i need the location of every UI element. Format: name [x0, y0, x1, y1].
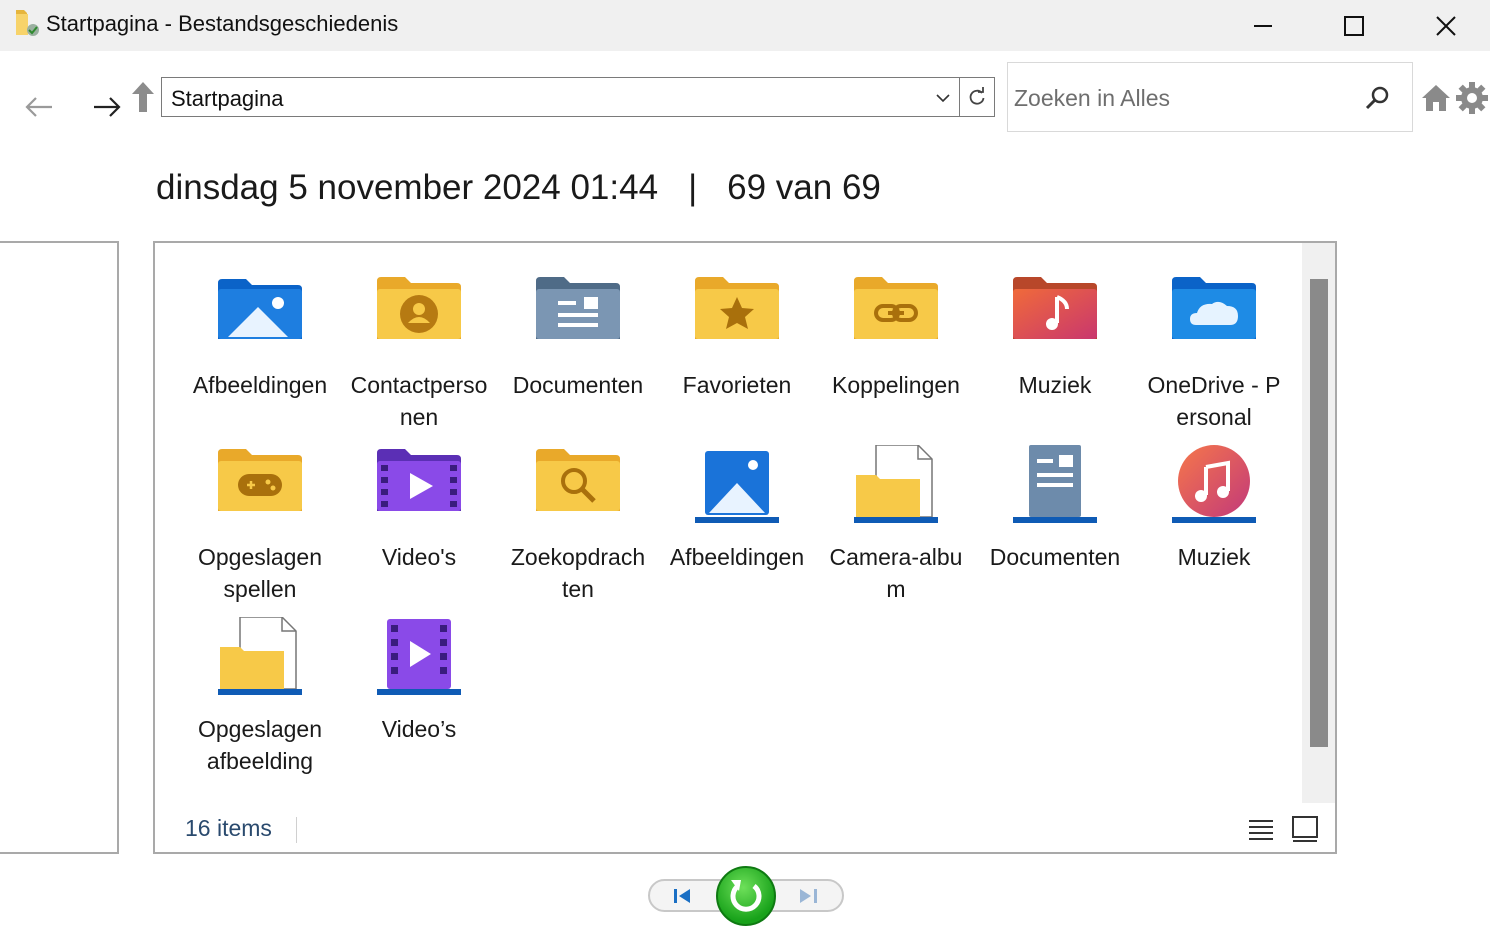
up-arrow-icon[interactable] — [130, 80, 156, 114]
file-label: OneDrive - Personal — [1147, 372, 1281, 430]
refresh-icon — [969, 87, 985, 105]
videos-library-icon — [377, 619, 461, 695]
file-label: Muziek — [1018, 372, 1092, 398]
details-view-icon[interactable] — [1247, 817, 1275, 843]
file-label: Afbeeldingen — [669, 544, 805, 570]
file-label: Afbeeldingen — [192, 372, 328, 398]
pictures-folder-icon — [218, 279, 302, 339]
close-button[interactable] — [1400, 0, 1490, 51]
documents-library-icon — [1013, 445, 1097, 523]
videos-folder-icon — [377, 449, 461, 511]
file-label: Documenten — [512, 372, 644, 398]
address-bar[interactable]: Startpagina — [161, 77, 960, 117]
side-panel — [0, 241, 119, 854]
searches-folder-icon — [536, 449, 620, 511]
search-box[interactable]: Zoeken in Alles — [1007, 62, 1413, 132]
file-label: Opgeslagen afbeelding — [197, 716, 323, 774]
documents-folder-icon — [536, 277, 620, 339]
saved-games-folder-icon — [218, 449, 302, 511]
file-label: Camera-album — [829, 544, 963, 602]
address-text: Startpagina — [171, 86, 284, 111]
search-icon[interactable] — [1364, 84, 1392, 112]
title-bar: Startpagina - Bestandsgeschiedenis — [0, 0, 1490, 51]
forward-arrow-icon[interactable] — [90, 90, 124, 124]
close-icon — [1436, 15, 1456, 36]
file-label: Opgeslagen spellen — [197, 544, 323, 602]
snapshot-datetime: dinsdag 5 november 2024 01:44 — [156, 168, 659, 207]
chevron-down-icon[interactable] — [935, 90, 951, 106]
snapshot-header: dinsdag 5 november 2024 01:44 | 69 van 69 — [156, 168, 881, 208]
music-folder-icon — [1013, 277, 1097, 339]
large-icons-view-icon[interactable] — [1291, 815, 1319, 843]
maximize-icon — [1344, 15, 1364, 36]
file-label: Koppelingen — [832, 372, 960, 398]
next-version-icon[interactable] — [795, 884, 823, 908]
file-label: Zoekopdrachten — [510, 544, 646, 602]
minimize-button[interactable] — [1217, 0, 1309, 51]
file-label: Contactpersonen — [350, 372, 488, 430]
item-count: 16 items — [185, 815, 272, 841]
file-history-app-icon — [16, 10, 39, 36]
window-title: Startpagina - Bestandsgeschiedenis — [46, 11, 399, 36]
file-label: Muziek — [1177, 544, 1251, 570]
search-placeholder: Zoeken in Alles — [1014, 85, 1170, 111]
file-label: Documenten — [989, 544, 1121, 570]
previous-version-icon[interactable] — [668, 884, 696, 908]
file-label: Video’s — [381, 716, 457, 742]
header-separator: | — [688, 168, 698, 207]
minimize-icon — [1254, 24, 1272, 27]
pictures-library-icon — [695, 451, 779, 523]
status-divider — [296, 817, 297, 843]
vertical-scrollbar[interactable] — [1302, 243, 1335, 803]
back-arrow-icon[interactable] — [22, 90, 56, 124]
saved-pictures-icon — [218, 617, 302, 695]
onedrive-folder-icon — [1172, 277, 1256, 339]
music-library-icon — [1172, 445, 1256, 523]
gear-icon[interactable] — [1454, 80, 1490, 116]
restore-button[interactable] — [716, 866, 776, 926]
camera-roll-icon — [854, 445, 938, 523]
favorites-folder-icon — [695, 277, 779, 339]
maximize-button[interactable] — [1308, 0, 1400, 51]
file-view-panel: Afbeeldingen Contactpersonen Documenten … — [153, 241, 1337, 854]
refresh-button[interactable] — [960, 77, 995, 117]
file-label: Favorieten — [682, 372, 792, 398]
home-icon[interactable] — [1420, 82, 1452, 114]
scrollbar-thumb[interactable] — [1310, 279, 1328, 747]
contacts-folder-icon — [377, 277, 461, 339]
snapshot-position: 69 van 69 — [727, 168, 881, 207]
restore-icon — [730, 880, 762, 912]
file-label: Video's — [381, 544, 457, 570]
links-folder-icon — [854, 277, 938, 339]
